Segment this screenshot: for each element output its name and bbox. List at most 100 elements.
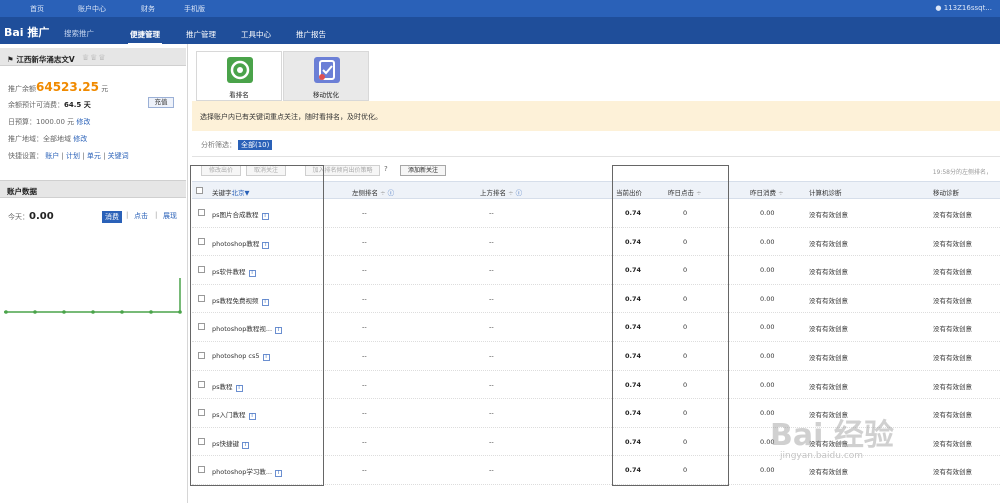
col-left-rank[interactable]: 左侧排名 ÷ ⓘ xyxy=(352,187,394,197)
tool-view-rank[interactable]: 看排名 xyxy=(196,51,282,101)
help-icon[interactable]: ⓘ xyxy=(388,189,395,197)
left-rank-cell: -- xyxy=(362,237,367,246)
days-label: 余额预计可消费： xyxy=(8,101,64,109)
metric-separator-1: | xyxy=(126,211,129,219)
notice-bar: 选择账户内已有关键词重点关注，随时看排名，及时优化。 xyxy=(192,101,1000,131)
tab-promo-manage[interactable]: 推广管理 xyxy=(186,29,216,40)
today-stat: 今天：0.00 xyxy=(8,211,54,222)
cost-cell: 0.00 xyxy=(760,294,775,303)
top-rank-cell: -- xyxy=(489,437,494,446)
pc-diagnosis-cell: 没有有效创意 xyxy=(809,468,848,477)
add-follow-button[interactable]: 添加新关注 xyxy=(400,165,446,176)
pc-diagnosis-cell: 没有有效创意 xyxy=(809,382,848,391)
cost-cell: 0.00 xyxy=(760,352,775,360)
mobile-optimize-icon xyxy=(314,57,340,83)
help-icon[interactable]: ? xyxy=(384,165,388,173)
notice-text: 选择账户内已有关键词重点关注，随时看排名，及时优化。 xyxy=(200,113,382,121)
filter-row: 分析筛选： 全部(10) xyxy=(201,140,273,150)
pc-diagnosis-cell: 没有有效创意 xyxy=(809,354,848,362)
pc-diagnosis-cell: 没有有效创意 xyxy=(809,268,848,277)
watermark-logo: Bai 经验 xyxy=(770,418,894,453)
tool-view-rank-label: 看排名 xyxy=(229,91,249,99)
rank-icon xyxy=(227,57,253,83)
account-name-text: 江西新华涌志文V xyxy=(16,55,75,64)
top-rank-cell: -- xyxy=(489,466,494,475)
account-name[interactable]: ⚑ 江西新华涌志文V xyxy=(7,54,75,65)
main-nav: Bai 推广 搜索推广 便捷管理 推广管理 工具中心 推广报告 xyxy=(0,17,1000,45)
mobile-diagnosis-cell: 没有有效创意 xyxy=(933,268,972,277)
quick-keyword-link[interactable]: 关键词 xyxy=(108,152,129,160)
account-data-title: 账户数据 xyxy=(7,187,37,196)
balance-unit: 元 xyxy=(101,85,109,93)
user-name: 113Z16ssqt... xyxy=(943,4,992,12)
cost-cell: 0.00 xyxy=(760,266,775,275)
left-panel: ⚑ 江西新华涌志文V ♕♕♕ 推广余额64523.25 元 余额预计可消费：64… xyxy=(0,44,188,503)
mobile-diagnosis-cell: 没有有效创意 xyxy=(933,468,972,477)
watermark-url: jingyan.baidu.com xyxy=(780,451,864,461)
bid-highlight-box xyxy=(612,165,729,486)
days-row: 余额预计可消费：64.5 天 xyxy=(8,100,91,110)
left-rank-cell: -- xyxy=(362,466,367,475)
top-bar: 首页 账户中心 财务 手机版 ● 113Z16ssqt... xyxy=(0,0,1000,17)
mobile-diagnosis-cell: 没有有效创意 xyxy=(933,382,972,391)
top-link-finance[interactable]: 财务 xyxy=(141,4,155,14)
user-icon: ● xyxy=(935,4,942,12)
mobile-diagnosis-cell: 没有有效创意 xyxy=(933,439,972,448)
help-icon[interactable]: ⓘ xyxy=(516,189,523,197)
pc-diagnosis-cell: 没有有效创意 xyxy=(809,211,848,219)
account-trend-chart xyxy=(4,278,182,314)
metric-impressions-tab[interactable]: 展现 xyxy=(163,211,177,221)
top-rank-cell: -- xyxy=(489,294,494,303)
quick-unit-link[interactable]: 单元 xyxy=(87,152,101,160)
left-rank-cell: -- xyxy=(362,437,367,446)
col-left-rank-label: 左侧排名 xyxy=(352,189,378,197)
top-link-home[interactable]: 首页 xyxy=(30,4,44,14)
account-data-header: 账户数据 xyxy=(0,180,186,198)
col-yesterday-cost[interactable]: 昨日消费 ÷ xyxy=(750,187,784,197)
left-rank-cell: -- xyxy=(362,323,367,332)
filter-all-button[interactable]: 全部(10) xyxy=(238,140,273,150)
cost-cell: 0.00 xyxy=(760,237,775,246)
metric-clicks-tab[interactable]: 点击 xyxy=(134,211,148,221)
tab-promo-report[interactable]: 推广报告 xyxy=(296,29,326,40)
region-edit-link[interactable]: 修改 xyxy=(73,135,87,143)
metric-cost-tab[interactable]: 消费 xyxy=(102,211,122,223)
col-cost-label: 昨日消费 xyxy=(750,189,776,197)
tab-quick-manage[interactable]: 便捷管理 xyxy=(128,29,162,45)
top-rank-cell: -- xyxy=(489,237,494,246)
quick-plan-link[interactable]: 计划 xyxy=(66,152,80,160)
pc-diagnosis-cell: 没有有效创意 xyxy=(809,296,848,305)
quick-account-link[interactable]: 账户 xyxy=(45,152,59,160)
quick-label: 快捷设置： xyxy=(8,152,43,160)
user-menu[interactable]: ● 113Z16ssqt... xyxy=(935,4,992,12)
mobile-diagnosis-cell: 没有有效创意 xyxy=(933,354,972,362)
top-rank-cell: -- xyxy=(489,409,494,418)
logo-text: Bai 推广 xyxy=(4,26,50,39)
recharge-button[interactable]: 充值 xyxy=(148,97,174,108)
budget-row: 日预算：1000.00 元 修改 xyxy=(8,117,90,127)
top-link-mobile[interactable]: 手机版 xyxy=(184,4,205,14)
account-header: ⚑ 江西新华涌志文V ♕♕♕ xyxy=(0,48,186,66)
crown-icons: ♕♕♕ xyxy=(82,53,107,62)
tab-tool-center[interactable]: 工具中心 xyxy=(241,29,271,40)
col-top-rank[interactable]: 上方排名 ÷ ⓘ xyxy=(480,187,522,197)
quick-settings: 快捷设置： 账户 | 计划 | 单元 | 关键词 xyxy=(8,152,129,160)
col-pc-diagnosis: 计算机诊断 xyxy=(809,189,842,197)
cost-cell: 0.00 xyxy=(760,209,775,217)
top-link-account-center[interactable]: 账户中心 xyxy=(78,4,106,14)
top-rank-cell: -- xyxy=(489,380,494,389)
left-rank-cell: -- xyxy=(362,294,367,303)
refresh-note: 19:58分的左侧排名， xyxy=(932,169,992,176)
left-rank-cell: -- xyxy=(362,380,367,389)
top-rank-cell: -- xyxy=(489,323,494,332)
days-value: 64.5 天 xyxy=(64,101,91,109)
baidu-logo[interactable]: Bai 推广 xyxy=(4,24,49,40)
keyword-highlight-box xyxy=(190,165,324,486)
cost-cell: 0.00 xyxy=(760,466,775,475)
top-rank-cell: -- xyxy=(489,352,494,360)
budget-edit-link[interactable]: 修改 xyxy=(76,118,90,126)
tool-mobile-optimize[interactable]: 移动优化 xyxy=(283,51,369,101)
account-icon: ⚑ xyxy=(7,55,14,64)
today-label: 今天： xyxy=(8,213,29,221)
col-mobile-diagnosis: 移动诊断 xyxy=(933,189,959,197)
